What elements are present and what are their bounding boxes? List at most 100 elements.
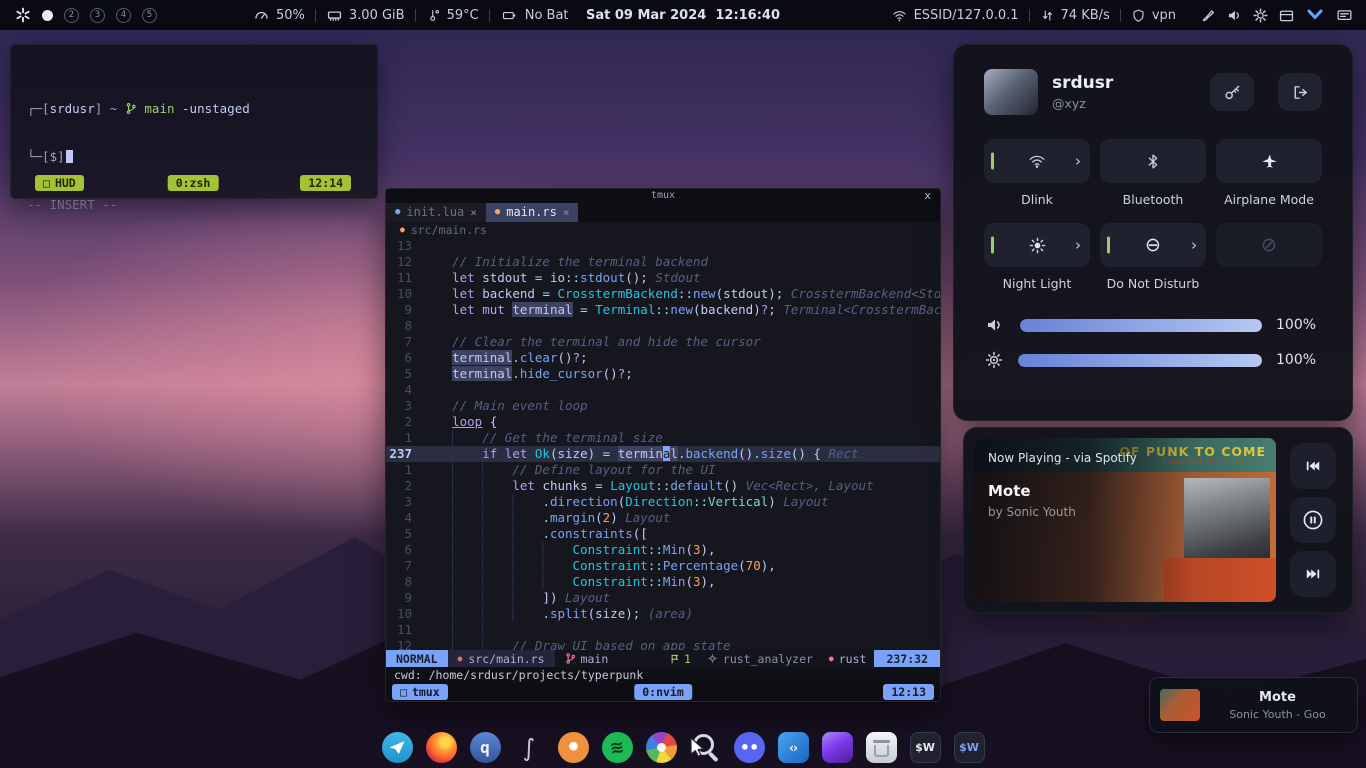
tab-main-rs[interactable]: ● main.rs ×	[486, 203, 579, 222]
wallet-dark-glyph: $W	[915, 741, 935, 754]
chevron-right-icon[interactable]: ›	[1191, 238, 1197, 253]
code-text: ▏ ▏ ▏ ▏ Constraint::Min(3),	[422, 574, 940, 590]
tmux-badge[interactable]: □tmux	[392, 684, 448, 700]
code-line[interactable]: 10 let backend = CrosstermBackend::new(s…	[386, 286, 940, 302]
brightness-slider[interactable]	[1018, 354, 1262, 367]
firefox-icon[interactable]	[426, 732, 457, 763]
updates-chevron-icon[interactable]	[1304, 6, 1326, 24]
do-not-disturb-tile[interactable]: ⊖ ›	[1100, 223, 1206, 267]
code-line[interactable]: 11 ▏ ▏	[386, 622, 940, 638]
tmux-editor-window[interactable]: tmux x ● init.lua × ● main.rs × ● src/ma…	[385, 188, 941, 702]
previous-track-button[interactable]	[1290, 443, 1336, 489]
code-line[interactable]: 12 ▏ ▏ // Draw UI based on app state	[386, 638, 940, 651]
media-notification[interactable]: Mote Sonic Youth - Goo	[1149, 677, 1358, 733]
logout-button[interactable]	[1278, 73, 1322, 111]
code-line[interactable]: 8 ▏ ▏ ▏ ▏ Constraint::Min(3),	[386, 574, 940, 590]
pause-button[interactable]	[1290, 497, 1336, 543]
zsh-session-badge[interactable]: 0:zsh	[168, 175, 219, 191]
code-buffer[interactable]: 1312 // Initialize the terminal backend1…	[386, 238, 940, 651]
code-line[interactable]: 9 ▏ ▏ ▏ ]) Layout	[386, 590, 940, 606]
code-line[interactable]: 11 let stdout = io::stdout(); Stdout	[386, 270, 940, 286]
code-line[interactable]: 1 ▏ // Get the terminal size	[386, 430, 940, 446]
disabled-tile[interactable]: ⊘	[1216, 223, 1322, 267]
terminal-window[interactable]: ┌─[srdusr] ~ main -unstaged └─[$] -- INS…	[10, 44, 378, 199]
code-line[interactable]: 7 // Clear the terminal and hide the cur…	[386, 334, 940, 350]
qutebrowser-icon[interactable]: q	[470, 732, 501, 763]
memory-widget[interactable]: 3.00 GiB	[326, 7, 405, 24]
battery-widget[interactable]: No Bat	[500, 8, 569, 23]
code-line[interactable]: 2 loop {	[386, 414, 940, 430]
wallet-dark-icon[interactable]: $W	[910, 732, 941, 763]
code-line[interactable]: 4	[386, 382, 940, 398]
tab-close-icon[interactable]: ×	[470, 206, 477, 219]
code-line[interactable]: 4 ▏ ▏ ▏ .margin(2) Layout	[386, 510, 940, 526]
discord-icon[interactable]	[734, 732, 765, 763]
workspace-active[interactable]	[42, 10, 53, 21]
code-line[interactable]: 3 // Main event loop	[386, 398, 940, 414]
photos-icon[interactable]	[646, 732, 677, 763]
airplane-mode-tile[interactable]	[1216, 139, 1322, 183]
chevron-right-icon[interactable]: ›	[1075, 238, 1081, 253]
code-icon[interactable]: ‹›	[778, 732, 809, 763]
wallet-blue-icon[interactable]: $W	[954, 732, 985, 763]
code-segment	[490, 590, 513, 605]
code-line[interactable]: 12 // Initialize the terminal backend	[386, 254, 940, 270]
code-line[interactable]: 9 let mut terminal = Terminal::new(backe…	[386, 302, 940, 318]
code-line[interactable]: 13	[386, 238, 940, 254]
code-line[interactable]: 3 ▏ ▏ ▏ .direction(Direction::Vertical) …	[386, 494, 940, 510]
code-line[interactable]: 10 ▏ ▏ ▏ .split(size); (area)	[386, 606, 940, 622]
code-segment: ::	[655, 302, 670, 317]
night-light-tile[interactable]: ›	[984, 223, 1090, 267]
wifi-tile[interactable]: ›	[984, 139, 1090, 183]
code-segment: ),	[761, 558, 776, 573]
chevron-right-icon[interactable]: ›	[1075, 154, 1081, 169]
skip-forward-icon	[1304, 566, 1322, 582]
cpu-widget[interactable]: 50%	[253, 7, 305, 24]
tab-init-lua[interactable]: ● init.lua ×	[386, 203, 486, 222]
tmux-session-badge[interactable]: 0:nvim	[634, 684, 692, 700]
telegram-icon[interactable]	[382, 732, 413, 763]
tray-box-icon[interactable]	[1278, 7, 1295, 24]
vpn-widget[interactable]: vpn	[1131, 8, 1176, 23]
code-line[interactable]: 7 ▏ ▏ ▏ ▏ Constraint::Percentage(70),	[386, 558, 940, 574]
temperature-widget[interactable]: 59°C	[426, 7, 479, 24]
netspeed-widget[interactable]: 74 KB/s	[1040, 8, 1110, 23]
code-line[interactable]: 6 ▏ ▏ ▏ ▏ Constraint::Min(3),	[386, 542, 940, 558]
speaker-icon[interactable]	[1226, 7, 1243, 24]
monitor-icon[interactable]	[1335, 7, 1354, 24]
window-close-button[interactable]: x	[924, 189, 931, 203]
network-widget[interactable]: ESSID/127.0.0.1	[891, 8, 1019, 23]
code-line[interactable]: 5 ▏ ▏ ▏ .constraints([	[386, 526, 940, 542]
gear-icon[interactable]	[1252, 7, 1269, 24]
squiggle-icon[interactable]: ∫	[514, 732, 545, 763]
launcher-icon[interactable]	[15, 7, 31, 23]
volume-slider[interactable]	[1020, 319, 1262, 332]
code-segment: let	[512, 478, 542, 493]
code-line[interactable]: 1 ▏ ▏ // Define layout for the UI	[386, 462, 940, 478]
code-text: ▏ ▏ let chunks = Layout::default() Vec<R…	[422, 478, 940, 494]
bluetooth-tile[interactable]	[1100, 139, 1206, 183]
code-line[interactable]: 6 terminal.clear()?;	[386, 350, 940, 366]
color-picker-icon[interactable]	[1200, 7, 1217, 24]
next-track-button[interactable]	[1290, 551, 1336, 597]
code-text	[422, 318, 940, 334]
trash-icon[interactable]	[866, 732, 897, 763]
clock[interactable]: Sat 09 Mar 2024 12:16:40	[586, 8, 780, 23]
spotify-icon[interactable]: ≋	[602, 732, 633, 763]
code-line[interactable]: 8	[386, 318, 940, 334]
code-line[interactable]: 2 ▏ ▏ let chunks = Layout::default() Vec…	[386, 478, 940, 494]
code-line[interactable]: 5 terminal.hide_cursor()?;	[386, 366, 940, 382]
workspace-5[interactable]: 5	[142, 8, 157, 23]
cargo-icon[interactable]	[558, 732, 589, 763]
code-segment: (	[595, 510, 603, 525]
hud-badge[interactable]: □HUD	[35, 175, 84, 191]
tab-close-icon[interactable]: ×	[563, 206, 570, 219]
code-segment: (size);	[588, 606, 648, 621]
code-segment: Min	[663, 574, 686, 589]
password-keys-button[interactable]	[1210, 73, 1254, 111]
workspace-4[interactable]: 4	[116, 8, 131, 23]
workspace-2[interactable]: 2	[64, 8, 79, 23]
obsidian-icon[interactable]	[822, 732, 853, 763]
workspace-3[interactable]: 3	[90, 8, 105, 23]
code-line[interactable]: 237 ▏ if let Ok(size) = terminal.backend…	[386, 446, 940, 462]
